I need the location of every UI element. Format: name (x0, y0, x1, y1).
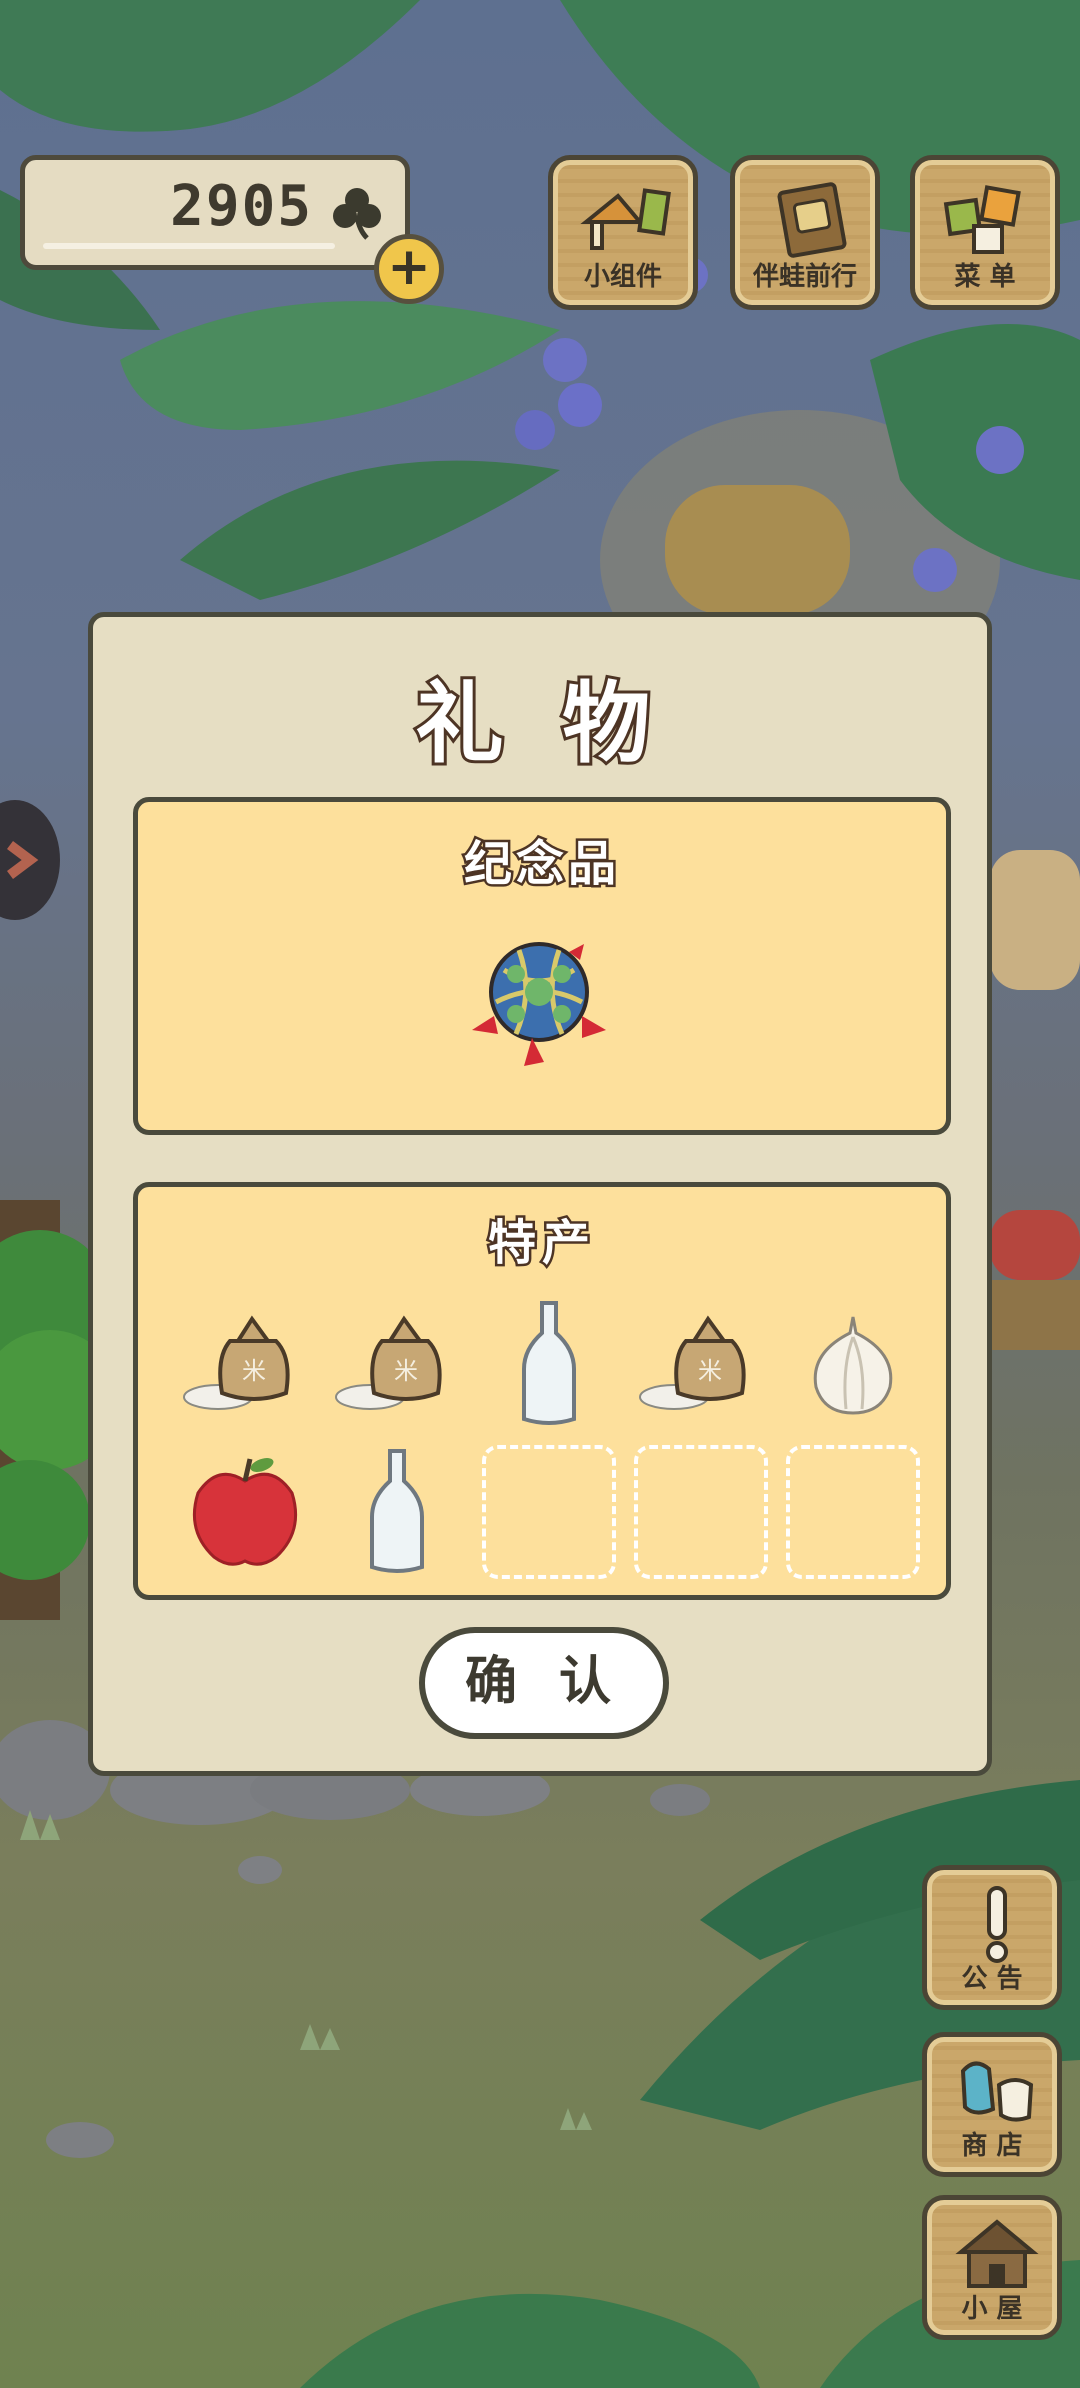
journey-button[interactable]: 伴蛙前行 (730, 155, 880, 310)
house-button[interactable]: 小 屋 (922, 2195, 1062, 2340)
clover-count: 2905 (170, 174, 313, 239)
menu-label: 菜 单 (954, 262, 1016, 292)
counter-underline (43, 243, 335, 249)
shop-button[interactable]: 商 店 (922, 2032, 1062, 2177)
dialog-title: 礼 物 (413, 668, 665, 778)
menu-icon (943, 185, 1021, 254)
chevron-icon (7, 841, 39, 879)
confirm-button[interactable]: 确 认 (419, 1627, 669, 1739)
exclamation-icon (986, 1886, 1008, 1963)
specialty-title: 特产 (485, 1213, 596, 1274)
glass-bottle-icon (522, 1301, 576, 1425)
specialty-slot[interactable] (178, 1445, 312, 1579)
souvenir-title: 纪念品 (461, 834, 620, 895)
shop-label: 商 店 (961, 2131, 1023, 2161)
notice-button[interactable]: 公 告 (922, 1865, 1062, 2010)
specialty-slot[interactable]: 米 (634, 1297, 768, 1431)
menu-button[interactable]: 菜 单 (910, 155, 1060, 310)
widget-label: 小组件 (583, 262, 662, 292)
specialty-slot[interactable]: 米 (330, 1297, 464, 1431)
souvenir-panel: 纪念品 (133, 797, 951, 1135)
glass-bottle-icon (370, 1449, 424, 1573)
apple-icon (192, 1458, 298, 1566)
rice-bag-icon: 米 (639, 1315, 746, 1410)
rice-bag-icon: 米 (335, 1315, 442, 1410)
svg-text:米: 米 (242, 1357, 266, 1385)
empty-slot (786, 1445, 920, 1579)
empty-slot (482, 1445, 616, 1579)
gift-dialog: 礼 物 纪念品 特产 米 米 米 确 认 (88, 612, 992, 1776)
clover-counter: 2905 (20, 155, 410, 270)
journey-label: 伴蛙前行 (752, 262, 857, 292)
notice-label: 公 告 (961, 1964, 1023, 1994)
house-icon (955, 2219, 1039, 2288)
widget-icon (580, 188, 671, 250)
specialty-slot[interactable] (330, 1445, 464, 1579)
widget-button[interactable]: 小组件 (548, 155, 698, 310)
shop-icon (960, 2061, 1034, 2122)
temari-ball-icon[interactable] (464, 930, 614, 1070)
svg-text:米: 米 (394, 1357, 418, 1385)
svg-text:米: 米 (698, 1357, 722, 1385)
garlic-icon (813, 1316, 893, 1415)
specialty-slot[interactable] (482, 1297, 616, 1431)
add-clover-button[interactable]: + (374, 234, 444, 304)
journal-icon (777, 182, 847, 258)
specialty-slot[interactable] (786, 1297, 920, 1431)
back-arrow-button[interactable] (0, 800, 60, 920)
specialty-slot[interactable]: 米 (178, 1297, 312, 1431)
clover-icon (333, 188, 381, 240)
rice-bag-icon: 米 (183, 1315, 290, 1410)
house-label: 小 屋 (961, 2294, 1023, 2324)
specialty-panel: 特产 米 米 米 (133, 1182, 951, 1600)
empty-slot (634, 1445, 768, 1579)
